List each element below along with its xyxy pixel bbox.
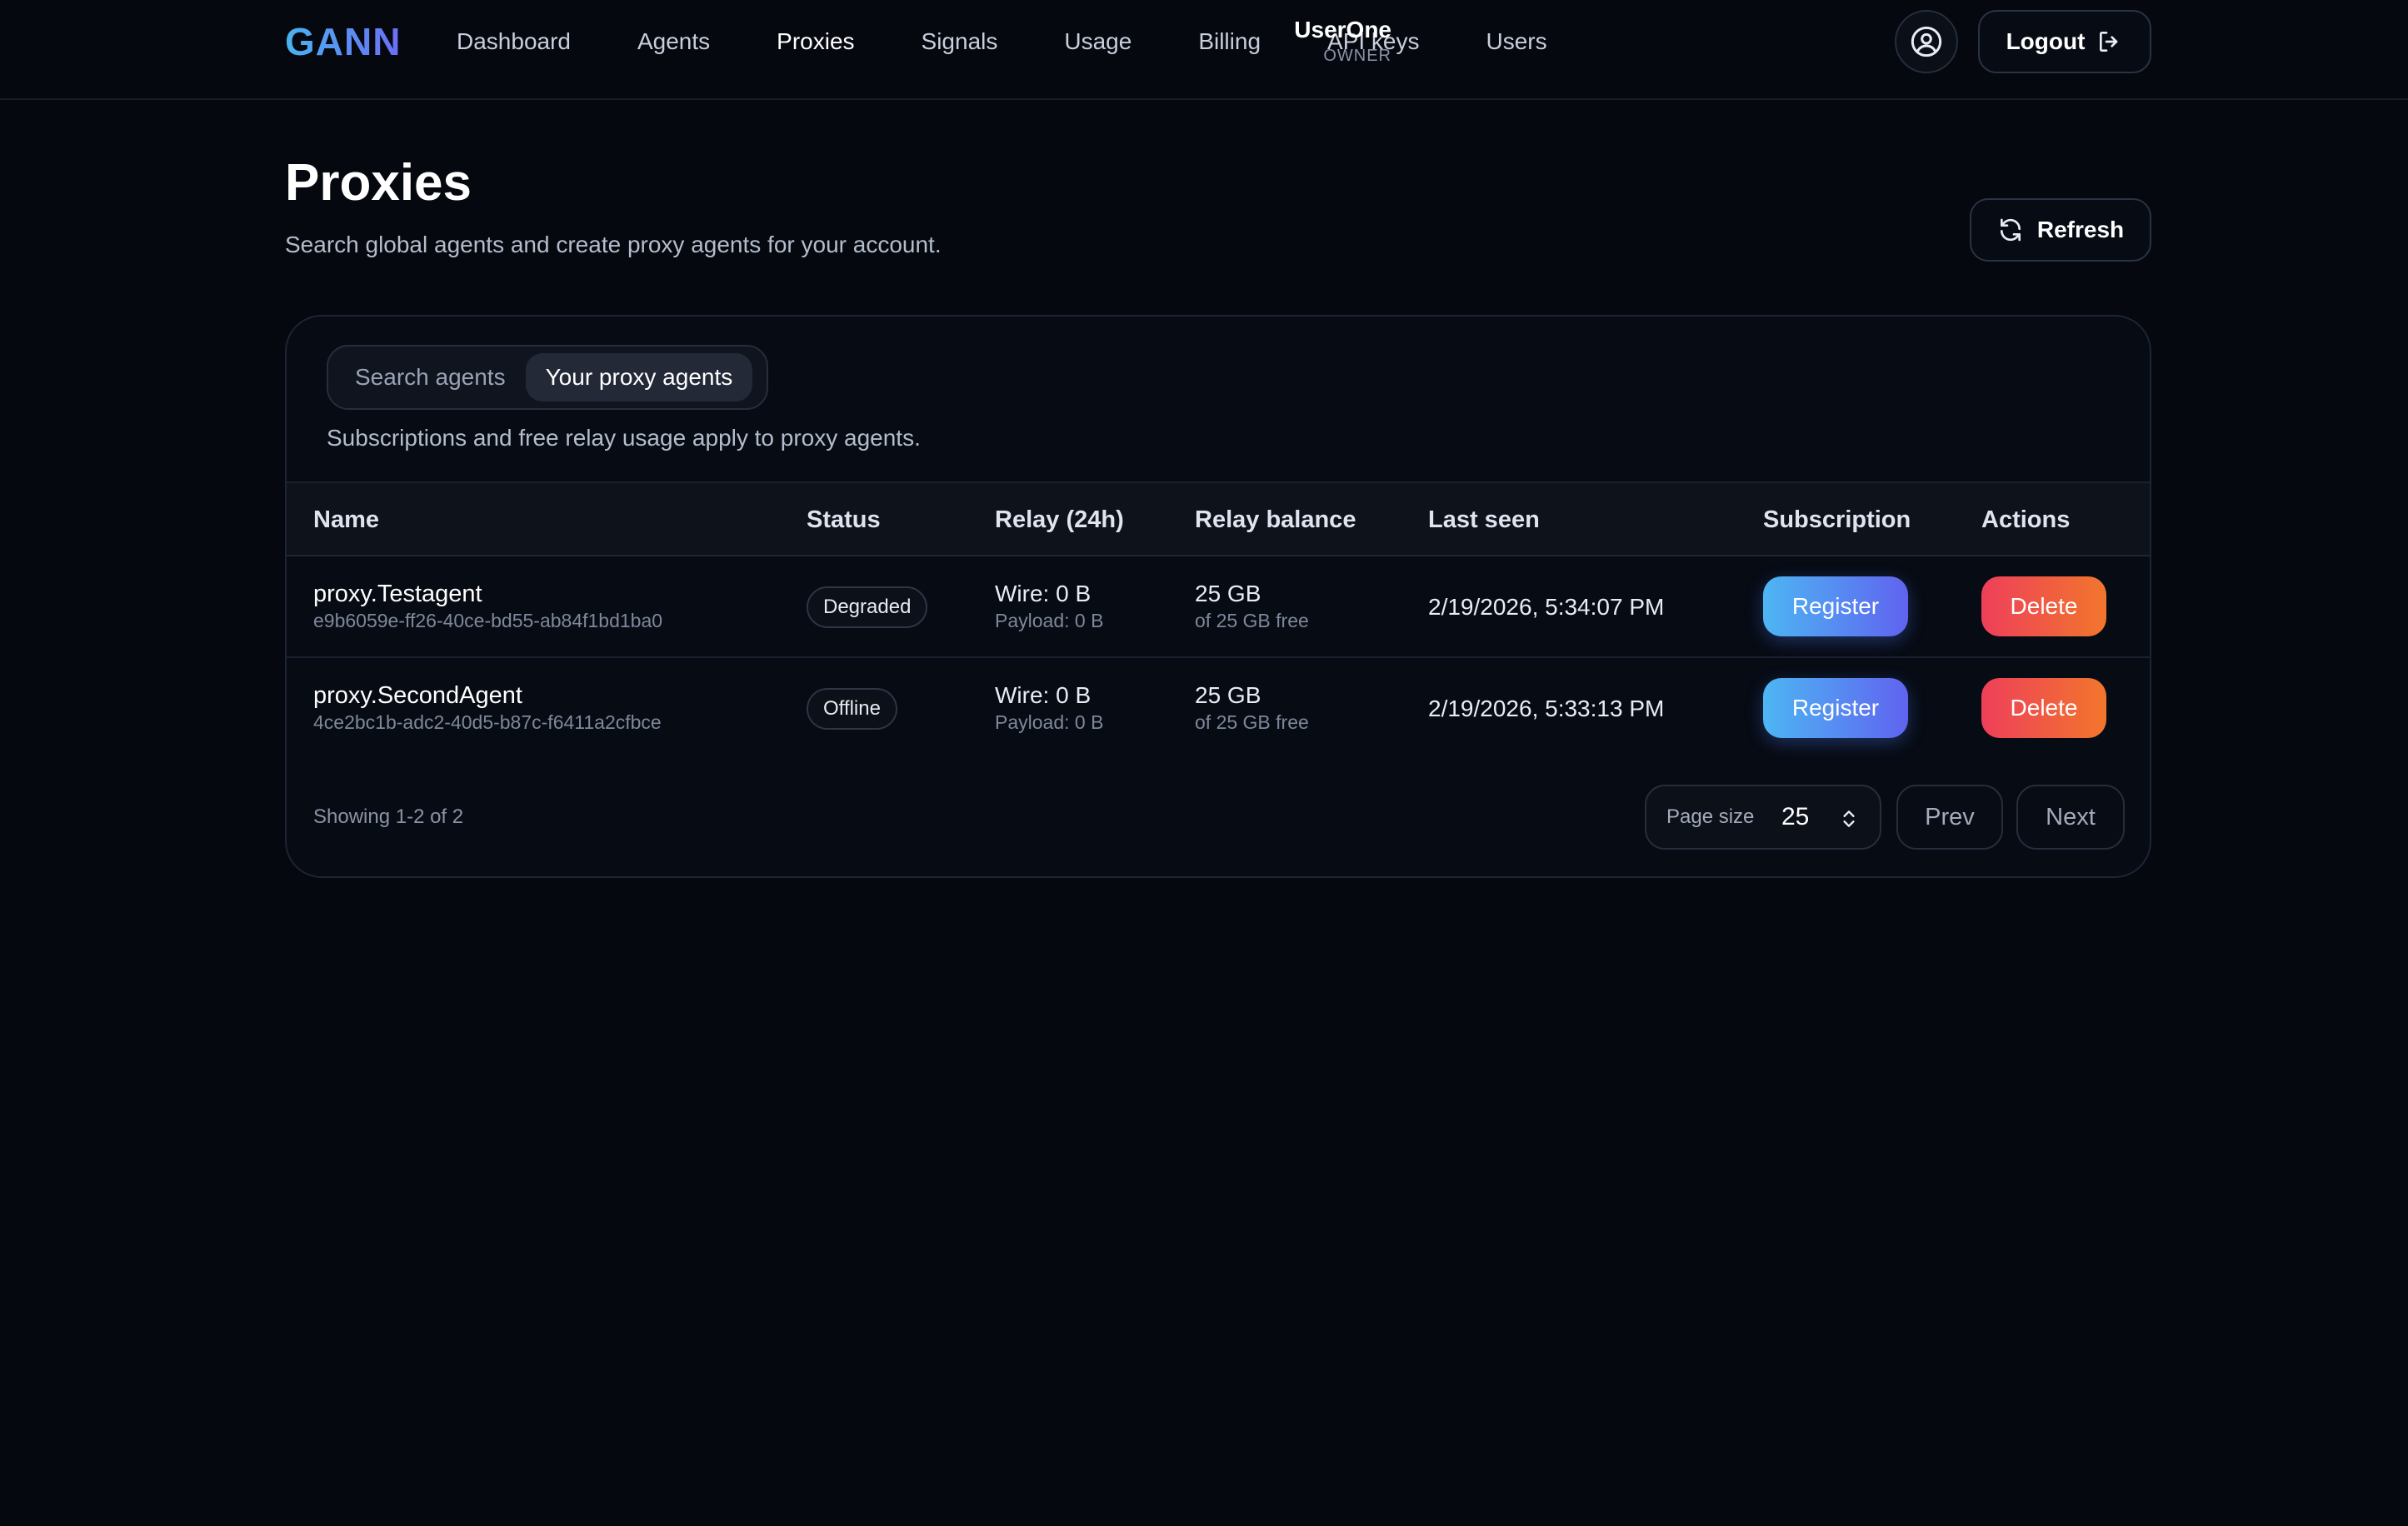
relay-payload: Payload: 0 B bbox=[995, 610, 1104, 631]
next-page-button[interactable]: Next bbox=[2016, 785, 2125, 850]
relay-24h-cell: Wire: 0 B Payload: 0 B bbox=[995, 681, 1103, 735]
chevron-up-down-icon bbox=[1843, 810, 1855, 827]
relay-balance-cell: 25 GB of 25 GB free bbox=[1195, 681, 1309, 735]
table-header: Name Status Relay (24h) Relay balance La… bbox=[287, 481, 2150, 556]
agent-name[interactable]: proxy.SecondAgent bbox=[313, 681, 662, 710]
table-row: proxy.SecondAgent 4ce2bc1b-adc2-40d5-b87… bbox=[287, 658, 2150, 760]
column-header-actions: Actions bbox=[1981, 506, 2071, 533]
top-navigation-bar: GANN Dashboard Agents Proxies Signals Us… bbox=[0, 0, 2408, 100]
relay-wire: Wire: 0 B bbox=[995, 581, 1092, 606]
avatar-button[interactable] bbox=[1895, 10, 1958, 73]
page-size-select[interactable]: Page size 25 bbox=[1645, 785, 1881, 850]
column-header-subscription[interactable]: Subscription bbox=[1763, 483, 1911, 556]
column-header-status[interactable]: Status bbox=[807, 483, 881, 556]
logout-icon bbox=[2100, 32, 2118, 52]
logout-button[interactable]: Logout bbox=[1978, 10, 2151, 73]
agent-id: 4ce2bc1b-adc2-40d5-b87c-f6411a2cfbce bbox=[313, 711, 662, 733]
register-button[interactable]: Register bbox=[1763, 576, 1908, 636]
brand-logo[interactable]: GANN bbox=[285, 17, 401, 67]
agent-name-cell: proxy.Testagent e9b6059e-ff26-40ce-bd55-… bbox=[313, 580, 662, 633]
delete-button[interactable]: Delete bbox=[1981, 576, 2106, 636]
relay-balance: 25 GB bbox=[1195, 581, 1261, 606]
tab-group: Search agents Your proxy agents bbox=[327, 345, 768, 410]
relay-balance-note: of 25 GB free bbox=[1195, 610, 1309, 631]
status-badge: Degraded bbox=[807, 586, 928, 628]
relay-balance: 25 GB bbox=[1195, 682, 1261, 708]
agent-name[interactable]: proxy.Testagent bbox=[313, 580, 662, 608]
last-seen: 2/19/2026, 5:34:07 PM bbox=[1428, 594, 1665, 620]
nav-item-signals[interactable]: Signals bbox=[922, 22, 998, 62]
column-header-relay-balance[interactable]: Relay balance bbox=[1195, 483, 1356, 556]
agent-name-cell: proxy.SecondAgent 4ce2bc1b-adc2-40d5-b87… bbox=[313, 681, 662, 735]
nav-item-users[interactable]: Users bbox=[1486, 22, 1547, 62]
tab-search-agents[interactable]: Search agents bbox=[335, 353, 526, 401]
page-title: Proxies bbox=[285, 154, 472, 212]
page-size-value: 25 bbox=[1781, 803, 1810, 830]
relay-payload: Payload: 0 B bbox=[995, 711, 1104, 733]
table-row: proxy.Testagent e9b6059e-ff26-40ce-bd55-… bbox=[287, 556, 2150, 658]
column-header-name[interactable]: Name bbox=[313, 483, 379, 556]
pagination-summary: Showing 1-2 of 2 bbox=[313, 805, 464, 828]
column-header-last-seen[interactable]: Last seen bbox=[1428, 483, 1540, 556]
prev-page-button[interactable]: Prev bbox=[1896, 785, 2003, 850]
delete-button[interactable]: Delete bbox=[1981, 678, 2106, 738]
nav-item-usage[interactable]: Usage bbox=[1064, 22, 1132, 62]
agent-id: e9b6059e-ff26-40ce-bd55-ab84f1bd1ba0 bbox=[313, 610, 663, 631]
main-nav: Dashboard Agents Proxies Signals Usage B… bbox=[457, 22, 1614, 62]
user-circle-icon bbox=[1911, 26, 1942, 57]
last-seen: 2/19/2026, 5:33:13 PM bbox=[1428, 696, 1665, 721]
nav-item-proxies[interactable]: Proxies bbox=[777, 22, 854, 62]
user-name: UserOne bbox=[1294, 17, 1391, 42]
column-header-relay-24h[interactable]: Relay (24h) bbox=[995, 483, 1124, 556]
relay-balance-note: of 25 GB free bbox=[1195, 711, 1309, 733]
card-note: Subscriptions and free relay usage apply… bbox=[327, 425, 921, 451]
relay-balance-cell: 25 GB of 25 GB free bbox=[1195, 580, 1309, 633]
relay-24h-cell: Wire: 0 B Payload: 0 B bbox=[995, 580, 1103, 633]
refresh-icon bbox=[2000, 218, 2021, 242]
user-role: OWNER bbox=[1323, 47, 1391, 65]
register-button[interactable]: Register bbox=[1763, 678, 1908, 738]
proxy-agents-card: Search agents Your proxy agents Subscrip… bbox=[285, 315, 2151, 878]
status-badge: Offline bbox=[807, 688, 897, 730]
page-subtitle: Search global agents and create proxy ag… bbox=[285, 232, 942, 257]
tab-your-proxy-agents[interactable]: Your proxy agents bbox=[525, 353, 753, 401]
logout-label: Logout bbox=[2006, 28, 2086, 54]
user-info: UserOne OWNER bbox=[1225, 15, 1391, 67]
refresh-label: Refresh bbox=[2036, 217, 2125, 242]
refresh-button[interactable]: Refresh bbox=[1970, 198, 2151, 262]
nav-item-agents[interactable]: Agents bbox=[637, 22, 710, 62]
page-size-label: Page size bbox=[1666, 805, 1755, 828]
relay-wire: Wire: 0 B bbox=[995, 682, 1092, 708]
nav-item-dashboard[interactable]: Dashboard bbox=[457, 22, 571, 62]
